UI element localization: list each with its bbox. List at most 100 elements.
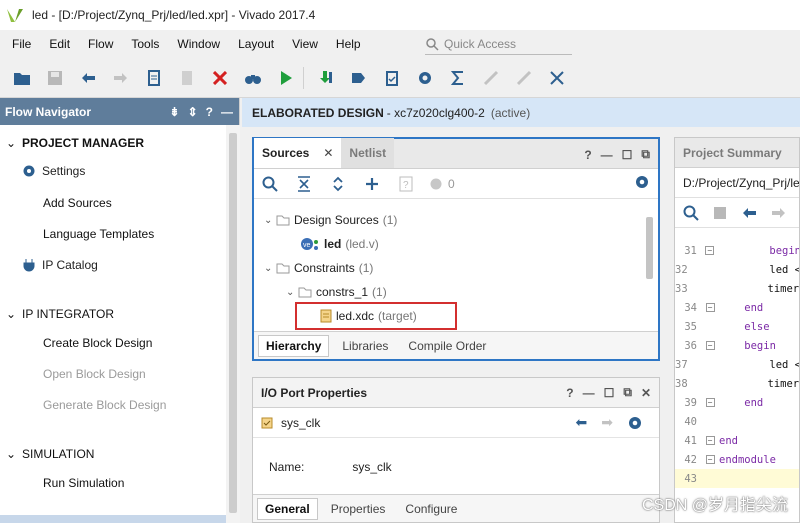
save-icon[interactable] [44, 67, 66, 89]
tab-general[interactable]: General [257, 497, 318, 520]
binoculars-icon[interactable] [242, 67, 264, 89]
menu-window[interactable]: Window [177, 37, 220, 51]
navigator-scrollbar[interactable] [226, 125, 240, 523]
fold-toggle-icon[interactable]: − [705, 341, 715, 350]
code-line[interactable]: 37 led < [675, 355, 799, 374]
tab-netlist[interactable]: Netlist [341, 138, 395, 168]
collapse-all-icon[interactable]: ⇟ [170, 105, 180, 119]
help-icon[interactable]: ? [206, 105, 213, 119]
code-line[interactable]: 36− begin [675, 336, 799, 355]
quick-access-search[interactable]: Quick Access [425, 33, 572, 55]
minimize-icon[interactable]: — [601, 148, 613, 162]
scissors-icon[interactable] [546, 67, 568, 89]
fold-toggle-icon[interactable]: − [705, 246, 715, 255]
tree-constrs-1[interactable]: ⌄ constrs_1 (1) [286, 285, 387, 299]
disabled-tool-icon[interactable] [513, 67, 535, 89]
nav-item-settings[interactable]: Settings [22, 164, 85, 178]
undo-icon[interactable] [741, 206, 757, 220]
search-icon[interactable] [683, 205, 699, 221]
tree-constraints[interactable]: ⌄ Constraints (1) [264, 261, 373, 275]
scrollbar-thumb[interactable] [229, 133, 237, 513]
sigma-icon[interactable] [447, 67, 469, 89]
copy-icon[interactable] [143, 67, 165, 89]
tab-configure[interactable]: Configure [398, 499, 464, 519]
tab-compile-order[interactable]: Compile Order [401, 336, 493, 356]
delete-icon[interactable] [209, 67, 231, 89]
settings-icon[interactable] [414, 67, 436, 89]
redo-icon[interactable] [771, 206, 787, 220]
forward-arrow-icon[interactable]: ➡ [601, 414, 613, 431]
close-icon[interactable]: ✕ [641, 386, 651, 400]
tree-led-module[interactable]: ve led (led.v) [300, 237, 379, 251]
menu-help[interactable]: Help [336, 37, 361, 51]
fold-toggle-icon[interactable]: − [705, 455, 715, 464]
menu-file[interactable]: File [12, 37, 31, 51]
expand-all-icon[interactable]: ⇕ [188, 105, 198, 119]
nav-item-ip-catalog[interactable]: IP Catalog [22, 258, 98, 272]
code-line[interactable]: 42− endmodule [675, 450, 799, 469]
menu-layout[interactable]: Layout [238, 37, 274, 51]
redo-icon[interactable] [110, 67, 132, 89]
code-line[interactable]: 39− end [675, 393, 799, 412]
disabled-tool-icon[interactable] [480, 67, 502, 89]
save-icon[interactable] [713, 206, 727, 220]
nav-section-simulation[interactable]: ⌄ SIMULATION [6, 447, 94, 461]
tab-libraries[interactable]: Libraries [335, 336, 395, 356]
menu-tools[interactable]: Tools [131, 37, 159, 51]
back-arrow-icon[interactable]: ⬅ [576, 414, 588, 431]
float-icon[interactable]: ⧉ [641, 147, 650, 162]
maximize-icon[interactable]: ☐ [622, 148, 633, 162]
code-line[interactable]: 41− end [675, 431, 799, 450]
nav-section-ip-integrator[interactable]: ⌄ IP INTEGRATOR [6, 307, 114, 321]
search-icon[interactable] [260, 174, 280, 194]
nav-item-run-simulation[interactable]: Run Simulation [43, 476, 124, 490]
tab-sources[interactable]: Sources ✕ [254, 138, 342, 168]
expand-all-icon[interactable] [328, 174, 348, 194]
help-icon[interactable]: ? [566, 386, 573, 400]
fold-toggle-icon[interactable]: − [705, 398, 715, 407]
code-line[interactable]: 32 led < [675, 260, 799, 279]
unknown-source-icon[interactable]: ? [396, 174, 416, 194]
menu-edit[interactable]: Edit [49, 37, 70, 51]
minimize-icon[interactable]: — [221, 105, 233, 119]
add-icon[interactable] [362, 174, 382, 194]
nav-item-open-block-design[interactable]: Open Block Design [43, 367, 146, 381]
fold-toggle-icon[interactable]: − [705, 303, 715, 312]
tree-design-sources[interactable]: ⌄ Design Sources (1) [264, 213, 397, 227]
code-line[interactable]: 40 [675, 412, 799, 431]
paste-icon[interactable] [176, 67, 198, 89]
float-icon[interactable]: ⧉ [623, 385, 632, 400]
download-icon[interactable] [315, 67, 337, 89]
close-icon[interactable]: ✕ [323, 146, 333, 160]
maximize-icon[interactable]: ☐ [604, 386, 615, 400]
code-line[interactable]: 33 timer_ [675, 279, 799, 298]
minimize-icon[interactable]: — [583, 386, 595, 400]
collapse-all-icon[interactable] [294, 174, 314, 194]
menu-view[interactable]: View [292, 37, 318, 51]
tab-project-summary[interactable]: Project Summary [675, 138, 799, 168]
code-line[interactable]: 35 else [675, 317, 799, 336]
nav-item-add-sources[interactable]: Add Sources [43, 196, 112, 210]
step-icon[interactable] [348, 67, 370, 89]
nav-section-project-manager[interactable]: ⌄ PROJECT MANAGER [6, 136, 144, 150]
undo-icon[interactable] [77, 67, 99, 89]
run-icon[interactable] [275, 67, 297, 89]
tab-hierarchy[interactable]: Hierarchy [258, 334, 330, 357]
menu-flow[interactable]: Flow [88, 37, 113, 51]
nav-item-language-templates[interactable]: Language Templates [43, 227, 154, 241]
open-project-icon[interactable] [11, 67, 33, 89]
sources-scrollbar[interactable] [644, 201, 656, 327]
nav-item-create-block-design[interactable]: Create Block Design [43, 336, 152, 350]
code-line[interactable]: 31− begin [675, 241, 799, 260]
gear-icon[interactable] [634, 174, 650, 193]
code-line[interactable]: 38 timer_ [675, 374, 799, 393]
code-line[interactable]: 34− end [675, 298, 799, 317]
scrollbar-thumb[interactable] [646, 217, 653, 279]
report-icon[interactable] [381, 67, 403, 89]
code-editor[interactable]: 31− begin 32 led <33 timer_ 34− end 35 else… [675, 241, 799, 488]
code-line[interactable]: 43 [675, 469, 799, 488]
gear-icon[interactable] [627, 415, 643, 431]
io-port-row[interactable]: sys_clk ⬅ ➡ [253, 408, 659, 438]
tab-properties[interactable]: Properties [324, 499, 393, 519]
help-icon[interactable]: ? [584, 148, 591, 162]
